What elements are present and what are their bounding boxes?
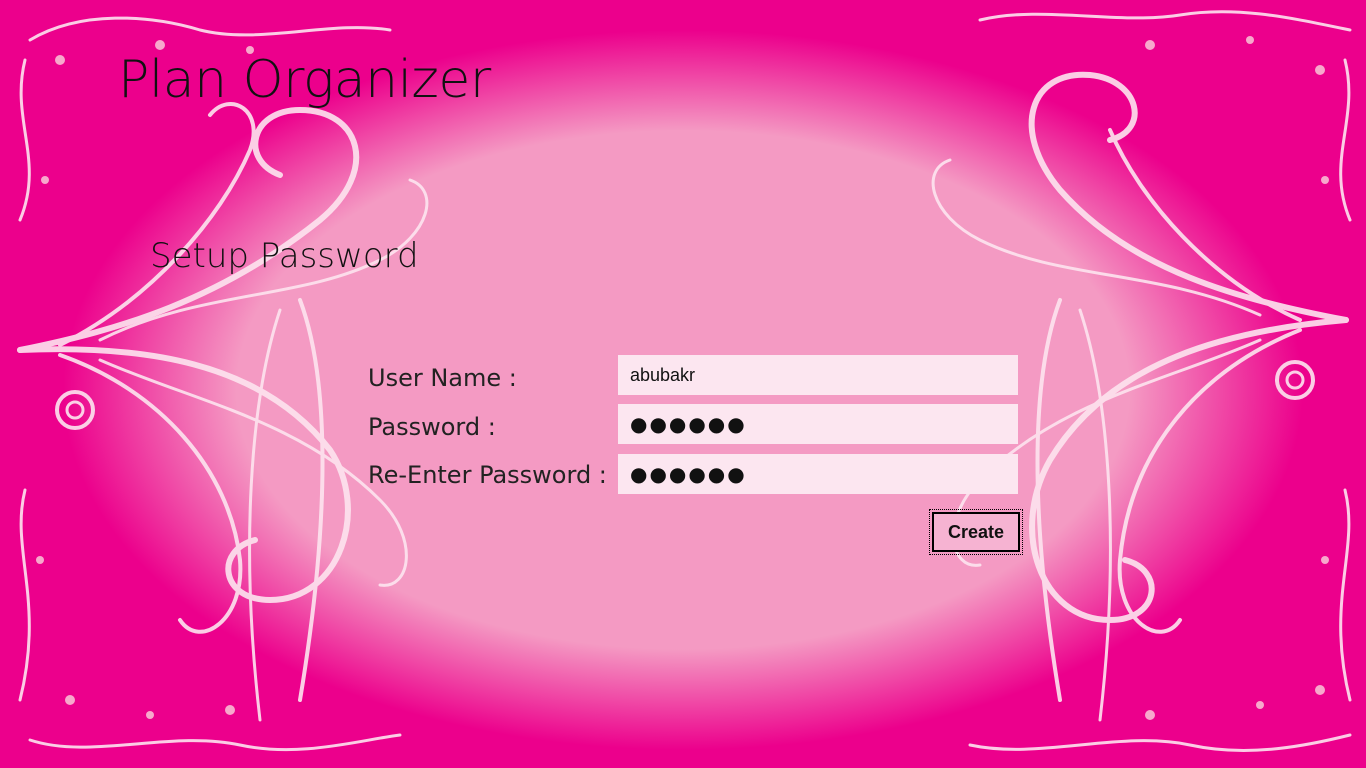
create-button[interactable]: Create	[929, 509, 1023, 555]
password-label: Password :	[368, 413, 496, 441]
password-field[interactable]: ●●●●●●	[618, 404, 1018, 444]
username-field[interactable]: abubakr	[618, 355, 1018, 395]
reenter-password-value: ●●●●●●	[630, 462, 747, 486]
password-value: ●●●●●●	[630, 412, 747, 436]
page-heading: Setup Password	[150, 236, 419, 276]
username-value: abubakr	[630, 364, 696, 385]
app-title: Plan Organizer	[118, 50, 491, 110]
reenter-password-field[interactable]: ●●●●●●	[618, 454, 1018, 494]
username-label: User Name :	[368, 364, 517, 392]
reenter-password-label: Re-Enter Password :	[368, 461, 607, 489]
